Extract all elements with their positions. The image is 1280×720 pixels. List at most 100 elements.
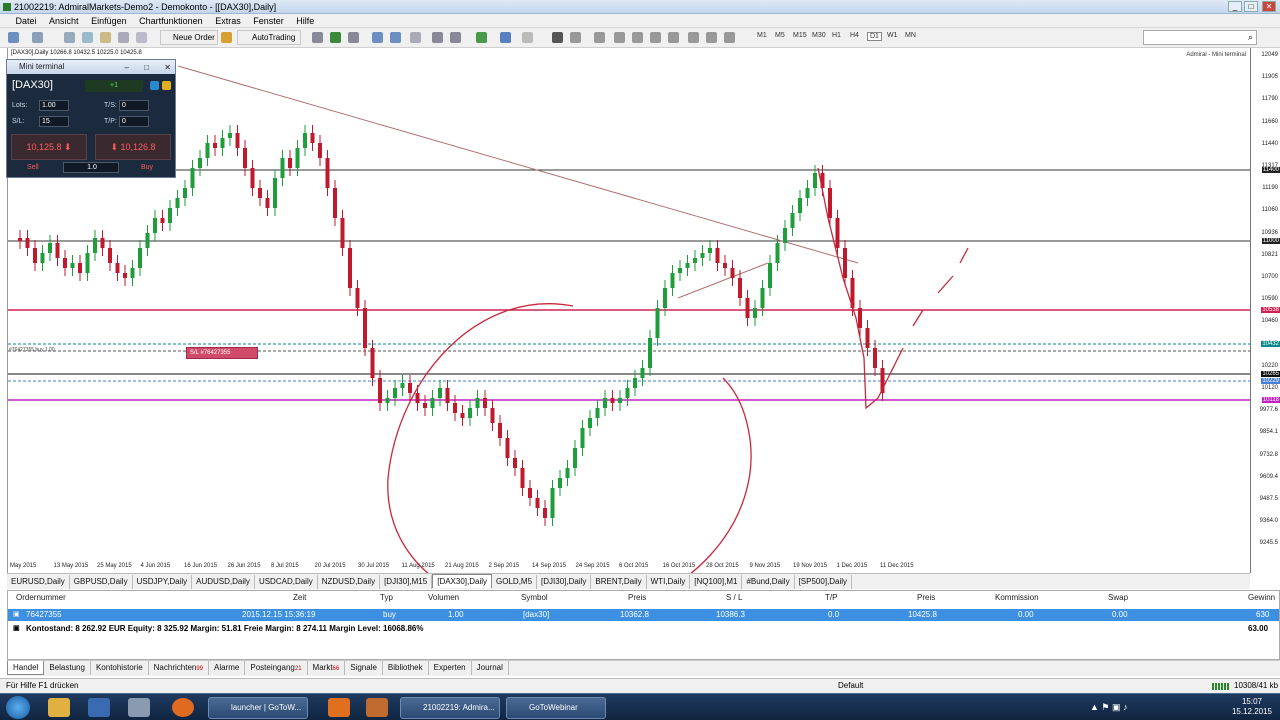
search-input[interactable]: ⌕ <box>1143 30 1257 45</box>
col-symbol[interactable]: Symbol <box>521 593 548 602</box>
terminal-tab[interactable]: Markt66 <box>308 661 346 675</box>
mini-terminal-minimize-icon[interactable]: – <box>125 61 129 74</box>
fibonacci-icon[interactable] <box>668 32 679 43</box>
chart-shift-icon[interactable] <box>450 32 461 43</box>
menu-einfuegen[interactable]: Einfügen <box>86 14 132 28</box>
media-player-icon[interactable] <box>88 698 110 717</box>
col-preis-current[interactable]: Preis <box>917 593 935 602</box>
terminal-tab[interactable]: Posteingang21 <box>245 661 308 675</box>
col-volumen[interactable]: Volumen <box>428 593 459 602</box>
menu-datei[interactable]: Datei <box>11 14 42 28</box>
col-preis[interactable]: Preis <box>628 593 646 602</box>
label-icon[interactable] <box>706 32 717 43</box>
col-ordernummer[interactable]: Ordernummer <box>16 593 66 602</box>
chart-tab[interactable]: WTI,Daily <box>647 575 691 589</box>
terminal-tab[interactable]: Belastung <box>44 661 91 675</box>
trailing-stop-input[interactable] <box>119 100 149 111</box>
minimize-button[interactable]: _ <box>1228 1 1242 12</box>
app-icon[interactable] <box>328 698 350 717</box>
col-sl[interactable]: S / L <box>726 593 742 602</box>
explorer-icon[interactable] <box>48 698 70 717</box>
menu-extras[interactable]: Extras <box>210 14 246 28</box>
text-icon[interactable] <box>688 32 699 43</box>
menu-chartfunktionen[interactable]: Chartfunktionen <box>134 14 208 28</box>
terminal-icon[interactable] <box>118 32 129 43</box>
trendline-icon[interactable] <box>632 32 643 43</box>
terminal-tab[interactable]: Signale <box>345 661 383 675</box>
chart-tab[interactable]: [DJI30],Daily <box>537 575 592 589</box>
chart-tab[interactable]: USDJPY,Daily <box>133 575 193 589</box>
maximize-button[interactable]: □ <box>1244 1 1258 12</box>
candle-chart-icon[interactable] <box>330 32 341 43</box>
timeframe-m30[interactable]: M30 <box>812 32 826 39</box>
terminal-tab[interactable]: Bibliothek <box>383 661 429 675</box>
tile-windows-icon[interactable] <box>410 32 421 43</box>
price-axis[interactable]: 12049 11905 11790 11660 11440 11317 11190 11060… <box>1250 48 1280 573</box>
terminal-tab[interactable]: Experten <box>429 661 472 675</box>
chart-tab[interactable]: BRENT,Daily <box>591 575 647 589</box>
terminal-tab[interactable]: Nachrichten99 <box>149 661 210 675</box>
terminal-tab[interactable]: Journal <box>472 661 509 675</box>
metaeditor-icon[interactable] <box>221 32 232 43</box>
timeframe-h4[interactable]: H4 <box>850 32 859 39</box>
bar-chart-icon[interactable] <box>312 32 323 43</box>
crosshair-icon[interactable] <box>570 32 581 43</box>
menu-ansicht[interactable]: Ansicht <box>44 14 84 28</box>
autotrading-button[interactable]: AutoTrading <box>237 30 301 45</box>
profiles-icon[interactable] <box>32 32 43 43</box>
chart-tab[interactable]: [NQ100],M1 <box>690 575 743 589</box>
line-chart-icon[interactable] <box>348 32 359 43</box>
cursor-icon[interactable] <box>552 32 563 43</box>
zoom-in-icon[interactable] <box>372 32 383 43</box>
timeframe-h1[interactable]: H1 <box>832 32 841 39</box>
settings-icon[interactable] <box>150 81 159 90</box>
window-titlebar[interactable]: 21002219: AdmiralMarkets-Demo2 - Demokon… <box>0 0 1280 14</box>
chart-tab[interactable]: [DJI30],M15 <box>380 575 433 589</box>
market-watch-icon[interactable] <box>64 32 75 43</box>
chart-tab[interactable]: GBPUSD,Daily <box>70 575 133 589</box>
stoploss-label[interactable]: S/L #76427355 <box>186 347 258 359</box>
taskbar-metatrader[interactable]: 21002219: Admira... <box>400 697 500 719</box>
taskbar-launcher[interactable]: launcher | GoToW... <box>208 697 308 719</box>
chart-tab[interactable]: [SP500],Daily <box>795 575 853 589</box>
timeframe-d1[interactable]: D1 <box>867 32 882 41</box>
timeframe-mn[interactable]: MN <box>905 32 916 39</box>
timeframe-m1[interactable]: M1 <box>757 32 767 39</box>
chart-tab[interactable]: NZDUSD,Daily <box>318 575 381 589</box>
chart-tab[interactable]: GOLD,M5 <box>492 575 538 589</box>
mini-terminal-close-icon[interactable]: ✕ <box>164 61 171 74</box>
periods-icon[interactable] <box>500 32 511 43</box>
templates-icon[interactable] <box>522 32 533 43</box>
app-icon[interactable] <box>128 698 150 717</box>
tester-icon[interactable] <box>136 32 147 43</box>
zoom-out-icon[interactable] <box>390 32 401 43</box>
data-window-icon[interactable] <box>100 32 111 43</box>
sell-button[interactable]: 10,125.8 ⬇ <box>11 134 87 160</box>
stoploss-input[interactable] <box>39 116 69 127</box>
terminal-tab[interactable]: Kontohistorie <box>91 661 149 675</box>
chart-tab[interactable]: [DAX30],Daily <box>432 574 493 588</box>
app-icon[interactable] <box>366 698 388 717</box>
menu-hilfe[interactable]: Hilfe <box>291 14 319 28</box>
vertical-line-icon[interactable] <box>594 32 605 43</box>
close-button[interactable]: ✕ <box>1262 1 1276 12</box>
col-typ[interactable]: Typ <box>380 593 393 602</box>
price-chart[interactable]: [DAX30],Daily 10266.8 10432.5 10225.0 10… <box>7 48 1251 573</box>
mini-terminal[interactable]: Mini terminal ✕ □ – [DAX30] +1 Lots: T/S… <box>6 59 176 178</box>
new-order-button[interactable]: Neue Order <box>160 30 218 45</box>
col-swap[interactable]: Swap <box>1108 593 1128 602</box>
lock-icon[interactable] <box>162 81 171 90</box>
col-tp[interactable]: T/P <box>825 593 837 602</box>
terminal-tab[interactable]: Alarme <box>209 661 246 675</box>
taskbar-gotowebinar[interactable]: GoToWebinar <box>506 697 606 719</box>
navigator-icon[interactable] <box>82 32 93 43</box>
chart-tab[interactable]: USDCAD,Daily <box>255 575 318 589</box>
timeframe-w1[interactable]: W1 <box>887 32 898 39</box>
start-button[interactable] <box>6 696 30 719</box>
timeframe-m15[interactable]: M15 <box>793 32 807 39</box>
takeprofit-input[interactable] <box>119 116 149 127</box>
mini-terminal-maximize-icon[interactable]: □ <box>144 61 149 74</box>
horizontal-line-icon[interactable] <box>614 32 625 43</box>
table-row[interactable]: ▣ 76427355 2015.12.15 15:36:19 buy 1.00 … <box>8 609 1279 621</box>
channel-icon[interactable] <box>650 32 661 43</box>
